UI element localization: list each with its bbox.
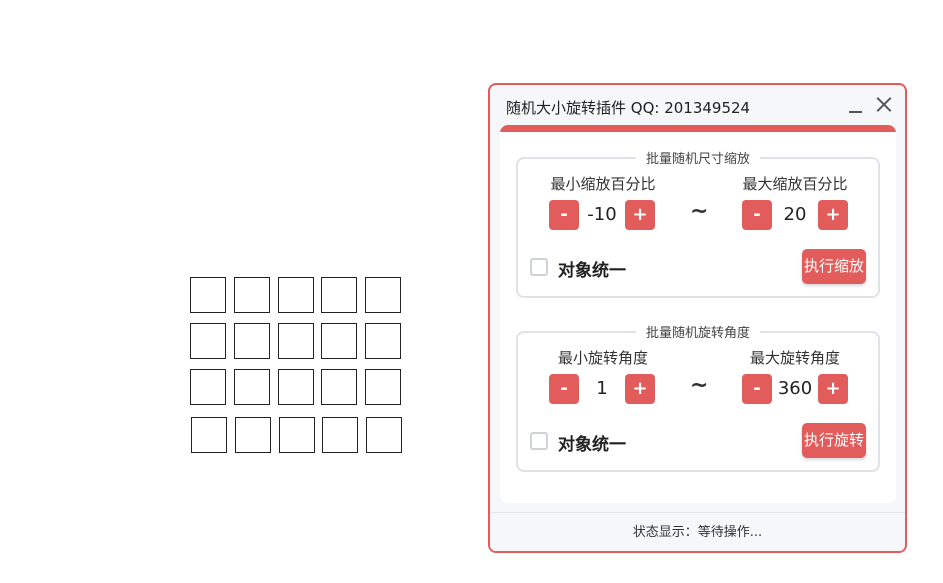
canvas-square[interactable] <box>191 417 227 453</box>
rotate-group-legend: 批量随机旋转角度 <box>635 326 760 341</box>
canvas-square[interactable] <box>322 417 358 453</box>
max-scale-input[interactable]: 20 <box>772 200 818 230</box>
plugin-panel: 随机大小旋转插件 QQ: 201349524 批量随机尺寸缩放 最小缩放百分比 … <box>488 83 907 553</box>
rotate-uniform-checkbox[interactable] <box>530 432 548 450</box>
min-rotate-stepper: - 1 + <box>549 374 655 406</box>
max-scale-decrement-button[interactable]: - <box>742 200 772 230</box>
min-scale-label: 最小缩放百分比 <box>550 175 656 193</box>
max-scale-increment-button[interactable]: + <box>818 200 848 230</box>
max-rotate-increment-button[interactable]: + <box>818 374 848 404</box>
min-rotate-input[interactable]: 1 <box>579 374 625 404</box>
rotate-group: 批量随机旋转角度 最小旋转角度 - 1 + ~ 最大旋转角度 - 360 + 对… <box>516 326 880 472</box>
canvas-square[interactable] <box>321 323 357 359</box>
execute-rotate-button[interactable]: 执行旋转 <box>802 423 866 458</box>
canvas-square[interactable] <box>190 369 226 405</box>
min-rotate-increment-button[interactable]: + <box>625 374 655 404</box>
max-rotate-label: 最大旋转角度 <box>749 349 840 367</box>
canvas-square[interactable] <box>278 277 314 313</box>
min-scale-increment-button[interactable]: + <box>625 200 655 230</box>
canvas-square[interactable] <box>278 369 314 405</box>
canvas-square[interactable] <box>235 417 271 453</box>
canvas-square[interactable] <box>234 323 270 359</box>
scale-group-legend: 批量随机尺寸缩放 <box>635 152 760 167</box>
canvas-square[interactable] <box>321 277 357 313</box>
rotate-uniform-label: 对象统一 <box>558 435 626 455</box>
panel-content: 批量随机尺寸缩放 最小缩放百分比 - -10 + ~ 最大缩放百分比 - 20 … <box>500 125 896 503</box>
canvas-square[interactable] <box>190 323 226 359</box>
max-scale-stepper: - 20 + <box>742 200 848 232</box>
execute-scale-button[interactable]: 执行缩放 <box>802 249 866 284</box>
scale-uniform-checkbox[interactable] <box>530 258 548 276</box>
canvas-square[interactable] <box>234 277 270 313</box>
max-rotate-stepper: - 360 + <box>742 374 848 406</box>
scale-uniform-label: 对象统一 <box>558 261 626 281</box>
canvas-square[interactable] <box>365 277 401 313</box>
canvas-square[interactable] <box>190 277 226 313</box>
canvas-square[interactable] <box>279 417 315 453</box>
close-icon[interactable] <box>875 95 893 113</box>
max-rotate-decrement-button[interactable]: - <box>742 374 772 404</box>
min-scale-decrement-button[interactable]: - <box>549 200 579 230</box>
canvas-square[interactable] <box>365 369 401 405</box>
minimize-icon[interactable] <box>849 98 863 114</box>
canvas-square[interactable] <box>365 323 401 359</box>
title-bar[interactable]: 随机大小旋转插件 QQ: 201349524 <box>490 85 905 125</box>
range-separator: ~ <box>690 373 709 398</box>
canvas-square[interactable] <box>278 323 314 359</box>
min-scale-input[interactable]: -10 <box>579 200 625 230</box>
max-rotate-input[interactable]: 360 <box>772 374 818 404</box>
panel-title: 随机大小旋转插件 QQ: 201349524 <box>506 99 751 117</box>
min-rotate-decrement-button[interactable]: - <box>549 374 579 404</box>
canvas-square[interactable] <box>321 369 357 405</box>
canvas-square[interactable] <box>366 417 402 453</box>
scale-group: 批量随机尺寸缩放 最小缩放百分比 - -10 + ~ 最大缩放百分比 - 20 … <box>516 152 880 298</box>
min-rotate-label: 最小旋转角度 <box>557 349 648 367</box>
accent-bar <box>500 125 896 132</box>
range-separator: ~ <box>690 199 709 224</box>
max-scale-label: 最大缩放百分比 <box>742 175 848 193</box>
min-scale-stepper: - -10 + <box>549 200 655 232</box>
canvas-square[interactable] <box>234 369 270 405</box>
status-bar: 状态显示：等待操作... <box>490 512 905 551</box>
